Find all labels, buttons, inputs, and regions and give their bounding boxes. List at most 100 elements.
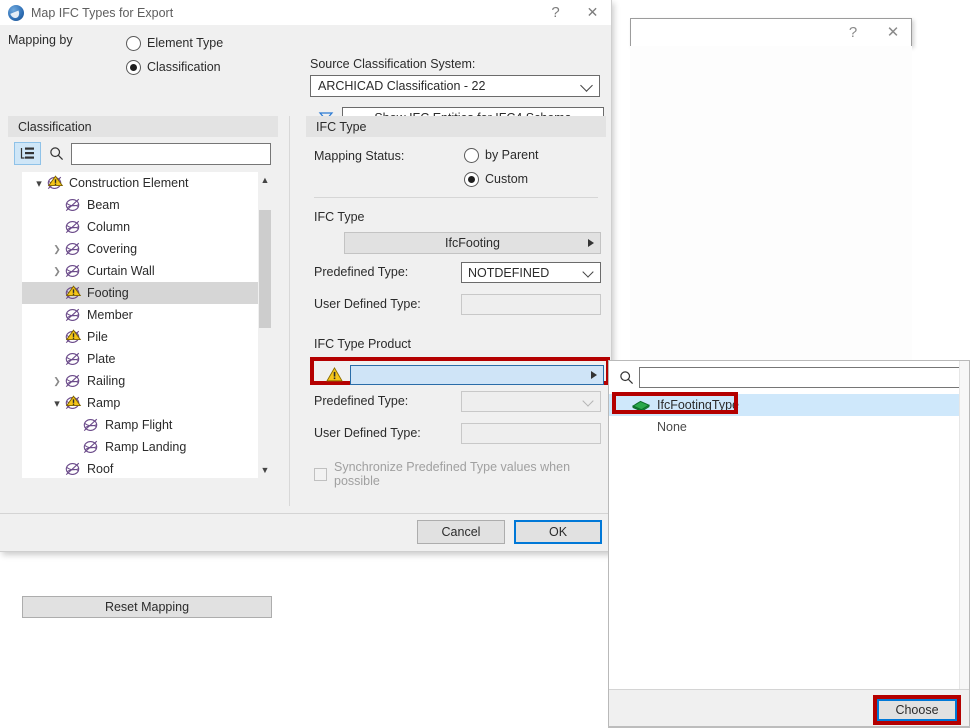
tree-item-label: Column [87, 220, 131, 234]
ifc-type-group-label: IFC Type [314, 210, 365, 224]
ifc-type-product-selector[interactable] [350, 365, 604, 385]
classification-tree-list: Construction Element Beam Column Covering Cu… [22, 172, 258, 478]
warning-node-icon [46, 175, 64, 191]
source-classification-block: Source Classification System: ARCHICAD C… [310, 57, 600, 97]
scrollbar-thumb[interactable] [259, 210, 271, 328]
tree-item-label: Plate [87, 352, 116, 366]
radio-by-parent-label: by Parent [485, 148, 539, 162]
close-icon[interactable]: ✕ [574, 0, 611, 25]
tree-item-pile[interactable]: Pile [22, 326, 258, 348]
choose-button-red-outline: Choose [873, 695, 961, 725]
tree-item-member[interactable]: Member [22, 304, 258, 326]
radio-custom[interactable]: Custom [464, 167, 539, 191]
sync-predefined-type-checkbox[interactable] [314, 467, 327, 481]
tree-item-label: Railing [87, 374, 126, 388]
popup-item-ifcfootingtype[interactable]: IfcFootingType [609, 394, 961, 416]
chevron-right-icon[interactable] [50, 266, 64, 277]
tree-item-beam[interactable]: Beam [22, 194, 258, 216]
radio-classification[interactable]: Classification [126, 55, 223, 79]
help-icon[interactable]: ? [537, 0, 574, 25]
tree-item-railing[interactable]: Railing [22, 370, 258, 392]
chevron-down-icon[interactable] [50, 397, 64, 410]
classification-tree[interactable]: Construction Element Beam Column Covering Cu… [22, 172, 272, 478]
chevron-right-icon[interactable] [50, 376, 64, 387]
search-icon[interactable] [41, 146, 71, 161]
node-icon [64, 373, 82, 389]
chevron-down-icon [582, 394, 594, 407]
scroll-up-arrow-icon[interactable]: ▲ [258, 172, 272, 188]
tree-item-construction-element[interactable]: Construction Element [22, 172, 258, 194]
tree-item-ramp-flight[interactable]: Ramp Flight [22, 414, 258, 436]
screen: ? ✕ Map IFC Types for Export ? ✕ Mapping… [0, 0, 970, 728]
mapping-by-section: Mapping by Element Type Classification S… [0, 25, 610, 129]
node-icon [64, 263, 82, 279]
ifc-type-product-highlight-box [310, 357, 610, 385]
tree-item-ramp[interactable]: Ramp [22, 392, 258, 414]
mapping-status-radio-group: by Parent Custom [464, 143, 539, 191]
tree-item-ramp-landing[interactable]: Ramp Landing [22, 436, 258, 458]
ifc-type-product-value [351, 368, 358, 382]
node-icon [64, 351, 82, 367]
ifc-type-product-group-label: IFC Type Product [314, 337, 412, 351]
sync-predefined-type-checkbox-row[interactable]: Synchronize Predefined Type values when … [314, 460, 606, 488]
radio-element-type-label: Element Type [147, 36, 224, 50]
warning-node-icon [64, 329, 82, 345]
tree-item-label: Beam [87, 198, 120, 212]
dialog-titlebar: Map IFC Types for Export ? ✕ [0, 0, 611, 25]
choose-button[interactable]: Choose [877, 699, 957, 721]
tree-item-footing[interactable]: Footing [22, 282, 258, 304]
background-close-icon[interactable]: ✕ [881, 23, 905, 43]
node-icon [64, 219, 82, 235]
tree-item-label: Footing [87, 286, 129, 300]
tree-item-covering[interactable]: Covering [22, 238, 258, 260]
radio-classification-circle [126, 59, 141, 75]
tree-item-curtain-wall[interactable]: Curtain Wall [22, 260, 258, 282]
ifc-type-selector-button[interactable]: IfcFooting [344, 232, 601, 254]
ifc-type-value: IfcFooting [445, 236, 500, 250]
ifc-type-panel: IFC Type Mapping Status: by Parent Custo… [306, 116, 610, 488]
tree-item-label: Covering [87, 242, 138, 256]
predefined-type-dropdown[interactable]: NOTDEFINED [461, 262, 601, 283]
chevron-right-icon[interactable] [50, 244, 64, 255]
scroll-down-arrow-icon[interactable]: ▼ [258, 462, 272, 478]
classification-tree-scrollbar[interactable]: ▲ ▼ [258, 172, 272, 478]
mapping-status-section: Mapping Status: by Parent Custom [306, 137, 606, 197]
search-glyph [49, 147, 63, 161]
product-predefined-type-dropdown[interactable] [461, 391, 601, 412]
popup-item-none[interactable]: None [609, 416, 961, 438]
dialog-title-buttons: ? ✕ [537, 0, 611, 25]
ok-button[interactable]: OK [514, 520, 602, 544]
ifc-type-section: IFC Type IfcFooting Predefined Type: NOT… [306, 198, 606, 323]
tree-item-plate[interactable]: Plate [22, 348, 258, 370]
popup-item-label: None [657, 420, 687, 434]
popup-search-input[interactable] [639, 367, 963, 388]
user-defined-type-field[interactable] [461, 294, 601, 315]
radio-by-parent[interactable]: by Parent [464, 143, 539, 167]
product-user-defined-type-field[interactable] [461, 423, 601, 444]
product-predefined-type-label: Predefined Type: [314, 394, 409, 408]
tree-item-label: Ramp Landing [105, 440, 187, 454]
ifc-type-product-popup: IfcFootingType None Choose [608, 360, 970, 728]
cancel-button[interactable]: Cancel [417, 520, 505, 544]
popup-scrollbar[interactable] [959, 361, 969, 694]
popup-item-label: IfcFootingType [657, 398, 739, 412]
search-icon[interactable] [613, 370, 639, 385]
tree-item-label: Construction Element [69, 176, 189, 190]
tree-view-icon[interactable] [14, 142, 41, 165]
source-classification-label: Source Classification System: [310, 57, 476, 71]
chevron-down-icon[interactable] [32, 177, 46, 190]
chevron-down-icon [580, 79, 593, 92]
reset-mapping-button[interactable]: Reset Mapping [22, 596, 272, 618]
background-help-icon[interactable]: ? [841, 23, 865, 43]
source-classification-dropdown[interactable]: ARCHICAD Classification - 22 [310, 75, 600, 97]
node-icon [64, 461, 82, 477]
background-window-title-buttons: ? ✕ [841, 23, 905, 43]
tree-item-roof[interactable]: Roof [22, 458, 258, 478]
radio-element-type[interactable]: Element Type [126, 31, 223, 55]
classification-search-bar [14, 142, 271, 165]
tree-item-label: Ramp [87, 396, 121, 410]
user-defined-type-label: User Defined Type: [314, 297, 421, 311]
popup-search-bar [613, 367, 963, 388]
tree-item-column[interactable]: Column [22, 216, 258, 238]
classification-search-input[interactable] [71, 142, 271, 165]
